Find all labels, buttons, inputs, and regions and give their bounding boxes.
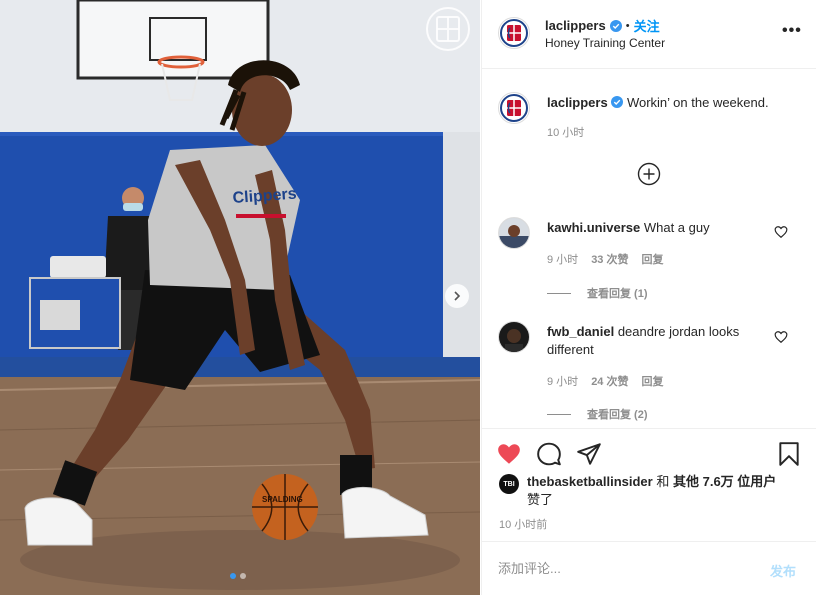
liked-by-avatar[interactable]: TBI [499, 474, 519, 494]
separator-dot: • [625, 19, 630, 32]
liked-by-user[interactable]: thebasketballinsider [527, 474, 653, 489]
clippers-watermark-logo [426, 7, 470, 51]
view-replies-label: 查看回复 (1) [587, 288, 648, 300]
comment-username[interactable]: fwb_daniel [547, 324, 614, 339]
caption-text: Workin’ on the weekend. [626, 95, 769, 110]
liked-by-others[interactable]: 其他 7.6万 位用户 [673, 474, 776, 489]
add-comment-input[interactable] [498, 557, 758, 579]
commenter-avatar[interactable] [498, 321, 530, 353]
author-avatar[interactable] [498, 17, 530, 49]
follow-button[interactable]: 关注 [634, 16, 660, 35]
comment-text-line: fwb_daniel deandre jordan looks differen… [547, 323, 767, 359]
verified-badge-icon [609, 19, 622, 32]
comment-like-heart-icon[interactable] [774, 330, 788, 344]
carousel-indicator [230, 573, 246, 579]
comment-text-line: kawhi.universe What a guy [547, 219, 767, 237]
author-username[interactable]: laclippers [545, 18, 606, 33]
more-options-button[interactable]: ••• [782, 22, 802, 40]
comment-meta: 9 小时 33 次赞 回复 [547, 251, 663, 267]
post-media[interactable]: SPALDING Clippers [0, 0, 480, 595]
add-comment-bar: 发布 [482, 541, 816, 595]
post-timestamp[interactable]: 10 小时前 [499, 516, 547, 532]
carousel-dot-active [230, 573, 236, 579]
post-header: laclippers • 关注 Honey Training Center ••… [482, 0, 816, 69]
more-horizontal-icon: ••• [782, 22, 802, 39]
liked-by-section: TBI thebasketballinsider 和 其他 7.6万 位用户 赞… [499, 473, 799, 509]
post-action-bar [482, 428, 816, 468]
load-more-comments-icon[interactable] [637, 162, 661, 186]
header-user-line: laclippers • 关注 [545, 16, 660, 35]
avatar-image [499, 218, 529, 248]
view-replies-line [547, 413, 571, 415]
liked-by-text: thebasketballinsider 和 其他 7.6万 位用户 赞了 [527, 473, 776, 509]
caption-username[interactable]: laclippers [547, 95, 608, 110]
view-replies-button[interactable]: 查看回复 (1) [547, 285, 648, 301]
carousel-dot [240, 573, 246, 579]
carousel-next-button[interactable] [445, 284, 469, 308]
bookmark-save-icon[interactable] [776, 441, 802, 467]
comment-text: What a guy [643, 220, 710, 235]
post-comment-button[interactable]: 发布 [770, 561, 796, 580]
caption-avatar[interactable] [498, 92, 530, 124]
verified-badge-icon [611, 96, 624, 108]
post-side-panel: laclippers • 关注 Honey Training Center ••… [481, 0, 816, 595]
comment-reply-button[interactable]: 回复 [641, 251, 663, 267]
comment-username[interactable]: kawhi.universe [547, 220, 640, 235]
liked-by-suffix: 赞了 [527, 492, 554, 507]
view-replies-line [547, 292, 571, 294]
ball-brand-text: SPALDING [262, 495, 303, 504]
comment-meta: 9 小时 24 次赞 回复 [547, 373, 663, 389]
chevron-right-icon [454, 291, 461, 301]
caption-text-line: laclippers Workin’ on the weekend. [547, 94, 797, 112]
view-replies-label: 查看回复 (2) [587, 409, 648, 421]
comment-reply-button[interactable]: 回复 [641, 373, 663, 389]
share-send-icon[interactable] [576, 441, 602, 467]
like-heart-icon[interactable] [496, 441, 522, 467]
comment-time: 9 小时 [547, 254, 579, 266]
comment-bubble-icon[interactable] [536, 441, 562, 467]
avatar-image [499, 322, 529, 352]
clippers-logo-icon [500, 19, 528, 47]
comment-likes[interactable]: 24 次赞 [591, 373, 628, 389]
comment-time: 9 小时 [547, 376, 579, 388]
post-location[interactable]: Honey Training Center [545, 36, 665, 50]
comment-like-heart-icon[interactable] [774, 225, 788, 239]
caption-time: 10 小时 [547, 127, 585, 139]
post-photo: SPALDING Clippers [0, 0, 480, 595]
liked-by-and: 和 [656, 474, 670, 489]
clippers-logo-icon [500, 94, 528, 122]
comment-likes[interactable]: 33 次赞 [591, 251, 628, 267]
commenter-avatar[interactable] [498, 217, 530, 249]
view-replies-button[interactable]: 查看回复 (2) [547, 406, 648, 422]
